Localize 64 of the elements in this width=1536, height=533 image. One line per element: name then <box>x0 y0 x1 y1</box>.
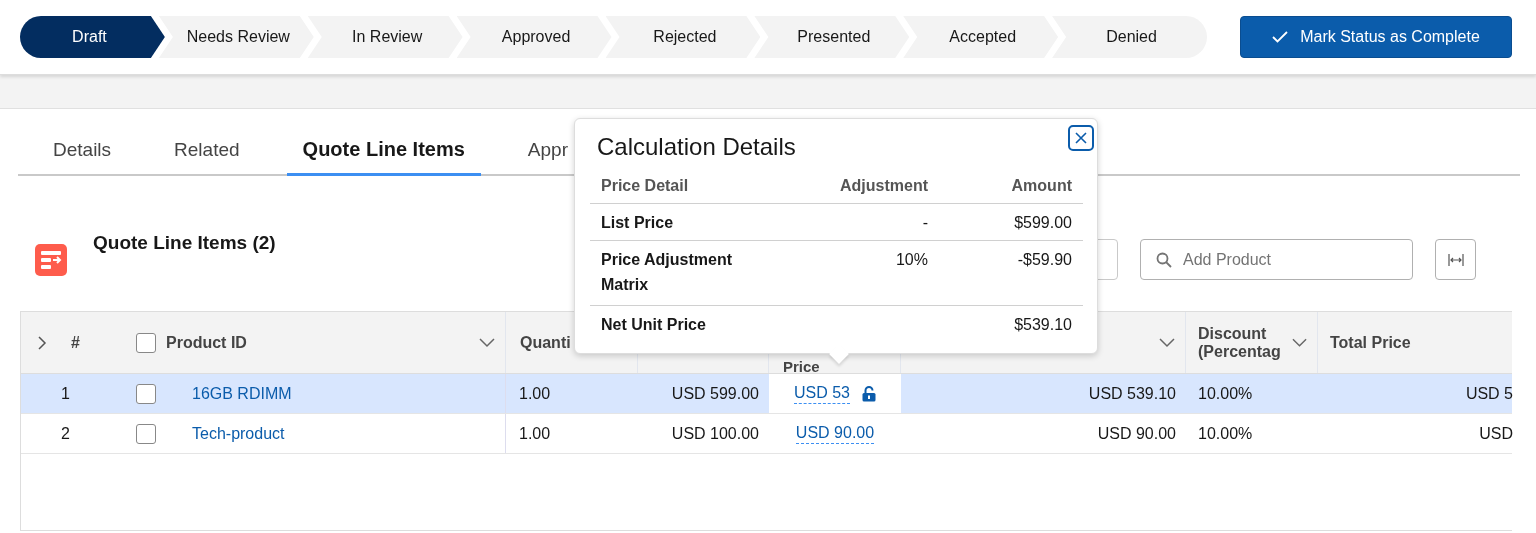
popover-title: Calculation Details <box>597 133 796 161</box>
list-title: Quote Line Items (2) <box>93 232 276 254</box>
column-header: Price <box>783 360 820 373</box>
amount: $539.10 <box>1013 315 1072 335</box>
column-header: Total Price <box>1330 333 1411 352</box>
adjustment: 10% <box>895 251 928 268</box>
mark-complete-button[interactable]: Mark Status as Complete <box>1240 16 1512 58</box>
price-detail: List Price <box>600 213 675 233</box>
column-header: Adjustment <box>839 176 928 196</box>
chevron-down-icon[interactable] <box>1291 337 1307 348</box>
path-stage[interactable]: In Review <box>307 16 463 58</box>
column-header: # <box>71 333 80 352</box>
table-row[interactable]: 1 16GB RDIMM 1.00 USD 599.00 USD 53 USD 539.10 10.00% USD 5 <box>21 374 1512 414</box>
checkbox[interactable] <box>136 423 156 444</box>
tab[interactable]: Quote Line Items <box>286 138 481 176</box>
table-cell: 1.00 <box>519 384 551 403</box>
table-cell: 10.00% <box>1198 384 1253 403</box>
expand-icon[interactable] <box>37 334 47 351</box>
path-stage[interactable]: Denied <box>1052 16 1207 58</box>
column-header: Quanti <box>520 333 571 352</box>
table-cell: USD 100.00 <box>671 424 759 443</box>
table-row[interactable]: 2 Tech-product 1.00 USD 100.00 USD 90.00 USD 90.00 10.00% USD <box>21 414 1512 454</box>
table-cell: USD 599.00 <box>671 384 759 403</box>
checkbox[interactable] <box>136 383 156 404</box>
column-header: Amount <box>1010 176 1072 196</box>
price-link[interactable]: USD 90.00 <box>795 423 875 444</box>
list-icon <box>35 244 67 276</box>
table-cell: USD <box>1479 424 1513 443</box>
price-detail: Net Unit Price <box>600 315 707 335</box>
search-field[interactable]: Add Product <box>1140 239 1413 280</box>
checkbox[interactable] <box>136 332 156 353</box>
table-cell: 1 <box>61 384 70 403</box>
tab[interactable]: Appr <box>511 139 584 176</box>
product-link[interactable]: 16GB RDIMM <box>192 384 292 403</box>
amount: $599.00 <box>1013 213 1072 233</box>
price-detail: Price Adjustment Matrix <box>600 250 733 295</box>
tab[interactable]: Details <box>37 139 128 176</box>
column-header: Discount (Percentag <box>1198 324 1282 361</box>
path-stage[interactable]: Rejected <box>605 16 761 58</box>
path-stage[interactable]: Approved <box>456 16 612 58</box>
product-link[interactable]: Tech-product <box>192 424 285 443</box>
search-icon <box>1156 252 1172 268</box>
amount: -$59.90 <box>1016 250 1072 270</box>
column-header: Product ID <box>166 333 248 352</box>
table-cell: USD 539.10 <box>1088 384 1176 403</box>
column-width-icon <box>1447 252 1464 267</box>
close-icon <box>1075 132 1087 144</box>
column-width-button[interactable] <box>1435 239 1476 280</box>
table-cell: 10.00% <box>1198 424 1253 443</box>
path-stage[interactable]: Needs Review <box>158 16 314 58</box>
path-stage[interactable]: Accepted <box>903 16 1059 58</box>
table-cell: 1.00 <box>519 424 551 443</box>
column-header: Price Detail <box>600 176 690 196</box>
table-cell: 2 <box>61 424 70 443</box>
tab[interactable]: Related <box>158 139 256 176</box>
checkmark-icon <box>1272 31 1289 43</box>
close-button[interactable] <box>1068 125 1094 151</box>
adjustment: - <box>922 214 928 231</box>
path-stage[interactable]: Draft <box>20 16 165 58</box>
table-cell: USD 90.00 <box>1097 424 1176 443</box>
chevron-down-icon[interactable] <box>1159 337 1175 348</box>
table-cell: USD 5 <box>1465 384 1513 403</box>
path-stage[interactable]: Presented <box>754 16 910 58</box>
chevron-down-icon[interactable] <box>479 337 495 348</box>
